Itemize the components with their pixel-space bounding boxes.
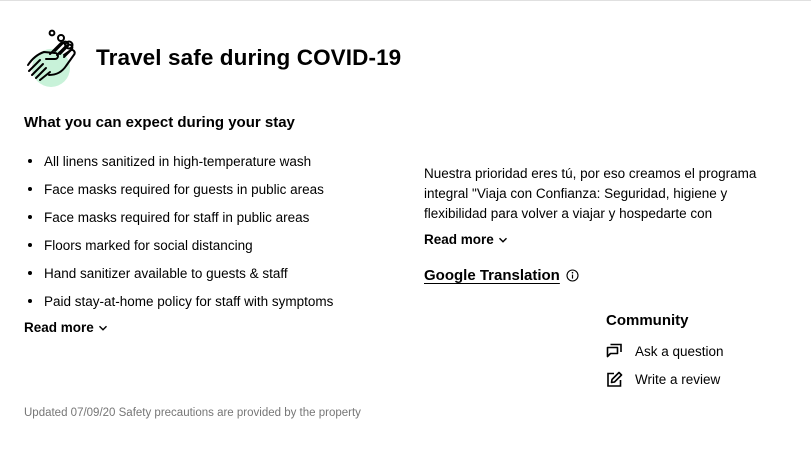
write-review-label: Write a review xyxy=(635,372,721,387)
page-title: Travel safe during COVID-19 xyxy=(96,45,402,70)
list-item-text: Hand sanitizer available to guests & sta… xyxy=(44,265,288,281)
list-item: Face masks required for guests in public… xyxy=(24,175,333,203)
precautions-read-more-button[interactable]: Read more xyxy=(24,320,108,335)
list-item-text: Floors marked for social distancing xyxy=(44,237,253,253)
bullet xyxy=(28,159,32,163)
list-item: Paid stay-at-home policy for staff with … xyxy=(24,287,333,315)
list-item-text: Paid stay-at-home policy for staff with … xyxy=(44,293,334,309)
covid-header: Travel safe during COVID-19 xyxy=(24,28,401,88)
bullet xyxy=(28,299,32,303)
statement-read-more-button[interactable]: Read more xyxy=(424,232,508,247)
edit-icon xyxy=(607,371,623,387)
bullet xyxy=(28,215,32,219)
list-item-text: All linens sanitized in high-temperature… xyxy=(44,153,312,169)
expect-heading: What you can expect during your stay xyxy=(24,114,295,131)
bullet xyxy=(28,187,32,191)
ask-question-label: Ask a question xyxy=(635,344,724,359)
chat-bubbles-icon xyxy=(606,343,622,358)
google-translation: Google Translation xyxy=(424,267,579,284)
community-heading: Community xyxy=(606,312,689,329)
read-more-label: Read more xyxy=(424,232,494,247)
list-item: Floors marked for social distancing xyxy=(24,231,333,259)
list-item-text: Face masks required for staff in public … xyxy=(44,209,310,225)
chevron-down-icon xyxy=(98,325,107,331)
precautions-list: All linens sanitized in high-temperature… xyxy=(24,147,333,315)
hand-washing-icon xyxy=(27,29,76,87)
list-item-text: Face masks required for guests in public… xyxy=(44,181,324,197)
list-item: Face masks required for staff in public … xyxy=(24,203,333,231)
chevron-down-icon xyxy=(498,237,507,243)
google-translation-link[interactable]: Google Translation xyxy=(424,267,560,284)
updated-note: Updated 07/09/20 Safety precautions are … xyxy=(24,407,361,419)
bullet xyxy=(28,271,32,275)
bullet xyxy=(28,243,32,247)
list-item: Hand sanitizer available to guests & sta… xyxy=(24,259,333,287)
top-divider xyxy=(0,0,811,1)
property-statement-text: Nuestra prioridad eres tú, por eso cream… xyxy=(424,166,757,221)
info-icon[interactable] xyxy=(566,269,579,282)
ask-question-button[interactable]: Ask a question xyxy=(606,343,724,360)
write-review-button[interactable]: Write a review xyxy=(606,371,720,388)
list-item: All linens sanitized in high-temperature… xyxy=(24,147,333,175)
read-more-label: Read more xyxy=(24,320,94,335)
